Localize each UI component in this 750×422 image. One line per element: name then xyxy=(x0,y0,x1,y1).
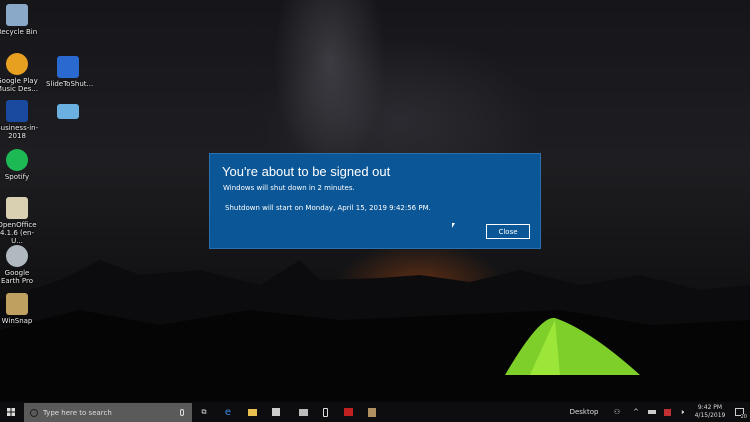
desktop-icon-business-in-2018[interactable]: Business-in-2018 xyxy=(0,100,39,140)
close-button[interactable]: Close xyxy=(486,224,530,239)
file-explorer-icon[interactable] xyxy=(244,402,260,422)
start-button[interactable] xyxy=(0,402,22,422)
search-placeholder: Type here to search xyxy=(43,408,112,417)
slidetoshutdown-icon xyxy=(57,56,79,78)
people-icon[interactable]: ⚇ xyxy=(611,402,623,422)
phone-icon[interactable] xyxy=(318,402,332,422)
clock-date: 4/15/2019 xyxy=(694,412,726,419)
business-doc-icon xyxy=(6,100,28,122)
action-center-button[interactable]: 20 xyxy=(730,402,748,422)
battery-icon[interactable] xyxy=(646,402,658,422)
edge-icon[interactable]: e xyxy=(220,402,236,422)
desktop-icon-image[interactable] xyxy=(46,104,90,121)
sign-out-dialog: You're about to be signed out Windows wi… xyxy=(209,153,541,249)
desktop-icon-openoffice[interactable]: OpenOffice 4.1.6 (en-U... xyxy=(0,197,39,245)
network-icon[interactable] xyxy=(661,402,673,422)
winsnap-icon xyxy=(6,293,28,315)
clock[interactable]: 9:42 PM 4/15/2019 xyxy=(692,404,728,420)
notification-count: 20 xyxy=(740,414,747,420)
spotify-icon xyxy=(6,149,28,171)
search-box[interactable]: Type here to search xyxy=(24,403,192,422)
task-view-button[interactable]: ⧉ xyxy=(196,402,212,422)
desktop-icon-google-earth-pro[interactable]: Google Earth Pro xyxy=(0,245,39,285)
google-play-music-icon xyxy=(6,53,28,75)
dialog-title: You're about to be signed out xyxy=(222,164,391,179)
desktop-icon-google-play-music[interactable]: Google Play Music Des... xyxy=(0,53,39,93)
cortana-icon xyxy=(30,408,38,417)
desktop-icon-slidetoshutdown[interactable]: SlideToShut... xyxy=(46,56,93,88)
winsnap-taskbar-icon[interactable] xyxy=(364,402,380,422)
show-hidden-icons-chevron-icon[interactable]: ^ xyxy=(631,402,641,422)
openoffice-icon xyxy=(6,197,28,219)
dialog-detail: Shutdown will start on Monday, April 15,… xyxy=(225,204,431,212)
clock-time: 9:42 PM xyxy=(697,404,723,411)
desktop-icon-recycle-bin[interactable]: Recycle Bin xyxy=(0,4,39,36)
recycle-bin-icon xyxy=(6,4,28,26)
taskbar: Type here to search ⧉ e Desktop ⚇ ^ 🕨 9:… xyxy=(0,402,750,422)
mail-app-icon[interactable] xyxy=(294,402,312,422)
desktop-icon-winsnap[interactable]: WinSnap xyxy=(0,293,39,325)
dialog-message: Windows will shut down in 2 minutes. xyxy=(223,184,355,192)
google-earth-icon xyxy=(6,245,28,267)
store-icon[interactable] xyxy=(268,402,284,422)
microphone-icon[interactable] xyxy=(180,409,184,416)
desktop-toolbar-label[interactable]: Desktop xyxy=(568,402,600,422)
red-app-icon[interactable] xyxy=(340,402,356,422)
wallpaper-mountains xyxy=(0,260,750,402)
volume-icon[interactable]: 🕨 xyxy=(676,402,688,422)
image-file-icon xyxy=(57,104,79,119)
desktop-icon-spotify[interactable]: Spotify xyxy=(0,149,39,181)
mouse-cursor-icon xyxy=(452,223,455,228)
windows-logo-icon xyxy=(7,408,15,416)
